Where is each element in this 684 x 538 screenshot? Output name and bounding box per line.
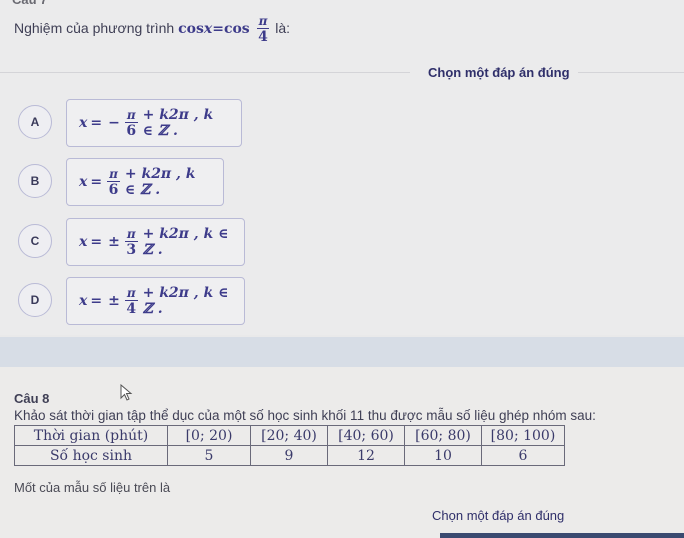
- question-7-panel: Câu 7 Nghiệm của phương trình cosx=cos π…: [0, 0, 684, 335]
- answer-hint: Chọn một đáp án đúng: [432, 508, 565, 523]
- stem-text: Nghiệm của phương trình: [14, 20, 175, 37]
- table-header-cell: [40; 60): [327, 425, 405, 446]
- question-8-panel: Câu 8 Khảo sát thời gian tập thể dục của…: [0, 367, 684, 538]
- question-8-label: Câu 8: [14, 391, 50, 406]
- option-c[interactable]: C x = ± π3 + k2π , k ∈ ℤ .: [10, 218, 310, 268]
- table-cell: 5: [167, 445, 251, 466]
- option-b[interactable]: B x = π6 + k2π , k ∈ ℤ .: [10, 158, 310, 208]
- table-cell: 9: [250, 445, 328, 466]
- question-8-subquestion: Mốt của mẫu số liệu trên là: [14, 480, 171, 495]
- bottom-edge-bar: [440, 533, 684, 538]
- option-letter[interactable]: C: [18, 224, 52, 258]
- table-row: Thời gian (phút) [0; 20) [20; 40) [40; 6…: [14, 425, 565, 446]
- option-d[interactable]: D x = ± π4 + k2π , k ∈ ℤ .: [10, 277, 310, 327]
- option-content[interactable]: x = ± π3 + k2π , k ∈ ℤ .: [66, 218, 245, 266]
- option-letter[interactable]: B: [18, 164, 52, 198]
- table-row: Số học sinh 5 9 12 10 6: [14, 445, 565, 466]
- option-content[interactable]: x = π6 + k2π , k ∈ ℤ .: [66, 158, 224, 206]
- option-content[interactable]: x = − π6 + k2π , k ∈ ℤ .: [66, 99, 242, 147]
- option-letter[interactable]: D: [18, 283, 52, 317]
- question-separator: [0, 337, 684, 367]
- table-cell: Số học sinh: [14, 445, 168, 466]
- table-header-cell: Thời gian (phút): [14, 425, 168, 446]
- option-letter[interactable]: A: [18, 105, 52, 139]
- stem-fraction: π 4: [256, 14, 270, 45]
- table-cell: 6: [481, 445, 565, 466]
- stem-suffix: là:: [275, 20, 291, 37]
- stem-math: cosx=cos: [178, 21, 250, 38]
- table-header-cell: [20; 40): [250, 425, 328, 446]
- answer-hint: Chọn một đáp án đúng: [428, 65, 570, 80]
- option-content[interactable]: x = ± π4 + k2π , k ∈ ℤ .: [66, 277, 245, 325]
- table-cell: 10: [404, 445, 482, 466]
- divider-left: [0, 72, 410, 73]
- grouped-data-table: Thời gian (phút) [0; 20) [20; 40) [40; 6…: [14, 425, 565, 466]
- question-7-stem: Nghiệm của phương trình cosx=cos π 4 là:: [14, 14, 290, 45]
- question-7-label: Câu 7: [12, 0, 47, 7]
- question-8-stem: Khảo sát thời gian tập thể dục của một s…: [14, 408, 596, 423]
- table-header-cell: [80; 100): [481, 425, 565, 446]
- table-cell: 12: [327, 445, 405, 466]
- divider-right: [578, 72, 684, 73]
- option-a[interactable]: A x = − π6 + k2π , k ∈ ℤ .: [10, 99, 310, 149]
- mouse-cursor-icon: [120, 384, 133, 401]
- table-header-cell: [60; 80): [404, 425, 482, 446]
- table-header-cell: [0; 20): [167, 425, 251, 446]
